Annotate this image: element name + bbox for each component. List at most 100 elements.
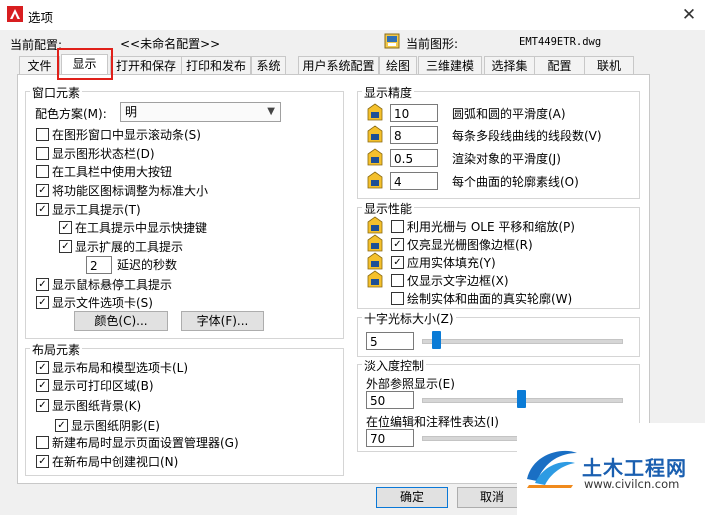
checkbox-checked[interactable]: ✓ [36, 361, 49, 374]
resolution-value-field[interactable]: 8 [390, 126, 438, 144]
checkbox-label: 在新布局中创建视口(N) [52, 455, 179, 469]
tab-6[interactable]: 绘图 [379, 56, 417, 75]
resolution-label: 每条多段线曲线的线段数(V) [452, 129, 602, 143]
checkbox[interactable] [36, 436, 49, 449]
checkbox-label: 显示图纸阴影(E) [71, 419, 160, 433]
current-drawing-label: 当前图形: [406, 37, 459, 51]
inplace-edit-label: 在位编辑和注释性表达(I) [366, 415, 499, 429]
title-bar [0, 0, 705, 30]
color-scheme-select[interactable]: 明 ▼ [120, 102, 281, 122]
tab-0[interactable]: 文件 [19, 56, 60, 75]
autocad-logo-icon [7, 6, 23, 22]
checkbox-checked[interactable]: ✓ [55, 419, 68, 432]
group-title: 十字光标大小(Z) [362, 310, 456, 327]
checkbox-label: 显示图形状态栏(D) [52, 147, 155, 161]
tab-10[interactable]: 联机 [584, 56, 634, 75]
colors-button[interactable]: 颜色(C)... [74, 311, 168, 331]
xref-fade-field[interactable]: 50 [366, 391, 414, 409]
checkbox-label: 在工具栏中使用大按钮 [52, 165, 173, 179]
resolution-label: 渲染对象的平滑度(J) [452, 152, 561, 166]
color-scheme-label: 配色方案(M): [35, 107, 107, 121]
tab-5[interactable]: 用户系统配置 [298, 56, 379, 75]
checkbox-checked[interactable]: ✓ [36, 296, 49, 309]
tab-9[interactable]: 配置 [534, 56, 585, 75]
window-title: 选项 [28, 10, 54, 25]
drawing-icon [384, 33, 400, 49]
checkbox-label: 在工具提示中显示快捷键 [75, 221, 208, 235]
current-profile-value: <<未命名配置>> [120, 37, 221, 51]
civilcn-logo-icon [527, 450, 577, 488]
tooltip-delay-field[interactable]: 2 [86, 256, 112, 274]
drawing-property-icon [367, 148, 383, 166]
xref-display-label: 外部参照显示(E) [366, 377, 455, 391]
group-title: 布局元素 [30, 341, 83, 358]
checkbox-label: 新建布局时显示页面设置管理器(G) [52, 436, 239, 450]
crosshair-slider-track[interactable] [422, 339, 623, 344]
tab-3[interactable]: 打印和发布 [181, 56, 251, 75]
tab-8[interactable]: 选择集 [484, 56, 535, 75]
active-tab-highlight [57, 48, 113, 80]
current-drawing-value: EMT449ETR.dwg [519, 36, 602, 48]
checkbox[interactable] [391, 292, 404, 305]
checkbox-checked[interactable]: ✓ [59, 221, 72, 234]
tab-7[interactable]: 三维建模 [418, 56, 482, 75]
group-title: 淡入度控制 [362, 357, 427, 374]
fonts-button[interactable]: 字体(F)... [181, 311, 264, 331]
checkbox-label: 显示文件选项卡(S) [52, 296, 153, 310]
checkbox-label: 显示可打印区域(B) [52, 379, 154, 393]
chevron-down-icon: ▼ [267, 106, 275, 117]
group-title: 显示性能 [362, 200, 415, 217]
drawing-property-icon [367, 171, 383, 189]
resolution-value-field[interactable]: 10 [390, 104, 438, 122]
checkbox-checked[interactable]: ✓ [59, 240, 72, 253]
group-title: 窗口元素 [30, 84, 83, 101]
checkbox[interactable] [391, 274, 404, 287]
tab-2[interactable]: 打开和保存 [110, 56, 182, 75]
checkbox-label: 利用光栅与 OLE 平移和缩放(P) [407, 220, 575, 234]
resolution-label: 每个曲面的轮廓素线(O) [452, 175, 579, 189]
crosshair-size-field[interactable]: 5 [366, 332, 414, 350]
current-profile-label: 当前配置: [10, 38, 63, 52]
checkbox-label: 在图形窗口中显示滚动条(S) [52, 128, 201, 142]
tooltip-delay-label: 延迟的秒数 [117, 258, 178, 272]
checkbox-label: 显示图纸背景(K) [52, 399, 142, 413]
drawing-property-icon [367, 234, 383, 252]
checkbox-label: 显示布局和模型选项卡(L) [52, 361, 189, 375]
checkbox-checked[interactable]: ✓ [36, 278, 49, 291]
checkbox-label: 显示鼠标悬停工具提示 [52, 278, 173, 292]
xref-slider-thumb[interactable] [517, 390, 526, 408]
checkbox-label: 将功能区图标调整为标准大小 [52, 184, 209, 198]
checkbox-checked[interactable]: ✓ [36, 203, 49, 216]
drawing-property-icon [367, 125, 383, 143]
drawing-property-icon [367, 103, 383, 121]
checkbox-checked[interactable]: ✓ [36, 399, 49, 412]
checkbox[interactable] [36, 165, 49, 178]
drawing-property-icon [367, 252, 383, 270]
drawing-property-icon [367, 270, 383, 288]
checkbox-checked[interactable]: ✓ [391, 238, 404, 251]
checkbox-label: 绘制实体和曲面的真实轮廓(W) [407, 292, 573, 306]
checkbox[interactable] [36, 128, 49, 141]
checkbox-checked[interactable]: ✓ [36, 455, 49, 468]
checkbox-label: 显示工具提示(T) [52, 203, 141, 217]
checkbox[interactable] [36, 147, 49, 160]
checkbox-checked[interactable]: ✓ [36, 184, 49, 197]
group-title: 显示精度 [362, 84, 415, 101]
checkbox-label: 应用实体填充(Y) [407, 256, 496, 270]
crosshair-slider-thumb[interactable] [431, 331, 441, 349]
checkbox-checked[interactable]: ✓ [36, 379, 49, 392]
checkbox-checked[interactable]: ✓ [391, 256, 404, 269]
resolution-value-field[interactable]: 4 [390, 172, 438, 190]
checkbox-label: 仅显示文字边框(X) [407, 274, 509, 288]
ok-button[interactable]: 确定 [376, 487, 448, 508]
checkbox[interactable] [391, 220, 404, 233]
inplace-slider-track[interactable] [422, 436, 519, 441]
color-scheme-value: 明 [125, 105, 138, 119]
close-icon[interactable]: ✕ [676, 3, 702, 27]
checkbox-label: 显示扩展的工具提示 [75, 240, 184, 254]
checkbox-label: 仅亮显光栅图像边框(R) [407, 238, 533, 252]
resolution-value-field[interactable]: 0.5 [390, 149, 438, 167]
inplace-fade-field[interactable]: 70 [366, 429, 414, 447]
watermark-url: www.civilcn.com [584, 477, 680, 491]
tab-4[interactable]: 系统 [251, 56, 286, 75]
